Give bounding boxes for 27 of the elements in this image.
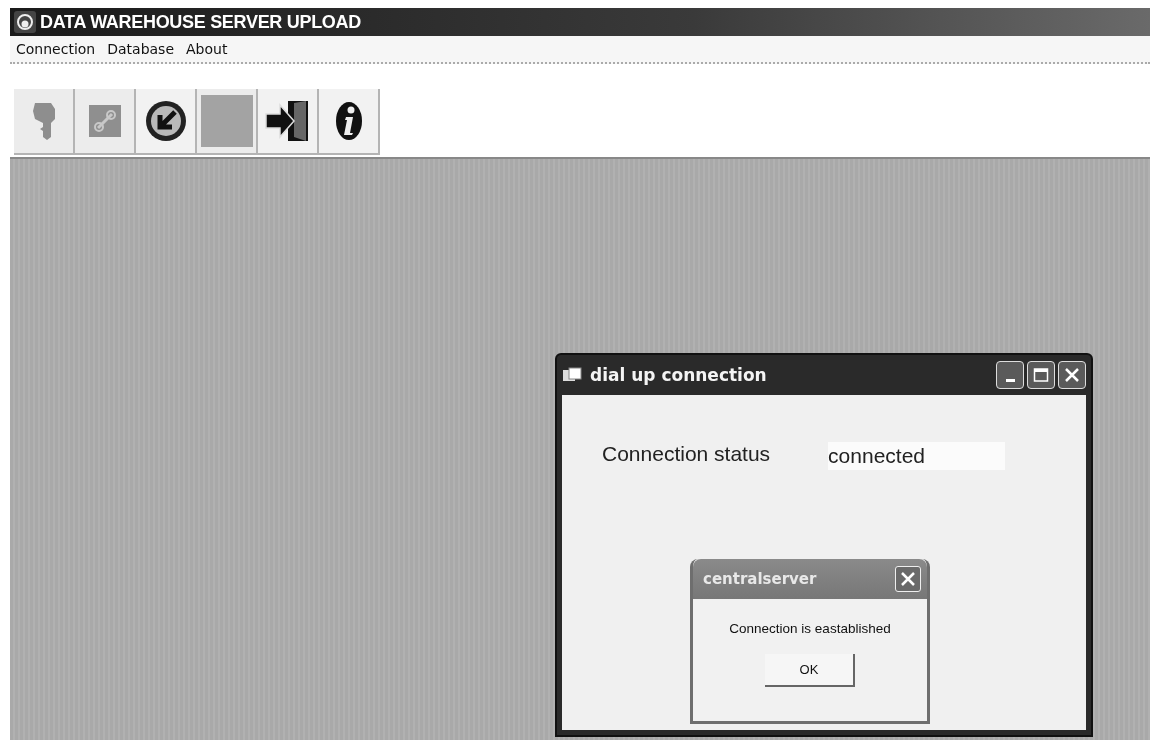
arrow-circle-icon <box>143 99 188 143</box>
message-text: Connection is eastablished <box>728 621 892 636</box>
message-title: centralserver <box>703 570 817 588</box>
maximize-icon <box>1033 367 1049 383</box>
toolbar-button[interactable] <box>136 89 197 155</box>
close-icon <box>1064 367 1080 383</box>
dialog-title: dial up connection <box>590 365 768 385</box>
menu-item[interactable]: Database <box>107 41 175 57</box>
blank-icon <box>200 95 253 147</box>
toolbar-button[interactable] <box>319 89 380 155</box>
minimize-icon <box>1005 378 1015 382</box>
close-button[interactable] <box>1058 361 1086 389</box>
close-icon <box>900 571 916 587</box>
info-icon <box>333 100 364 142</box>
chain-icon <box>87 104 122 138</box>
window-title: DATA WAREHOUSE SERVER UPLOAD <box>40 11 361 33</box>
window-icon <box>562 367 582 383</box>
toolbar-button[interactable] <box>258 89 319 155</box>
status-label: Connection status <box>602 442 771 466</box>
menu-item[interactable]: Connection <box>16 41 96 57</box>
menu-item[interactable]: About <box>186 41 228 57</box>
minimize-button[interactable] <box>996 361 1024 389</box>
maximize-button[interactable] <box>1027 361 1055 389</box>
close-button[interactable] <box>895 566 921 592</box>
ok-button[interactable]: OK <box>765 654 855 687</box>
app-icon <box>14 11 36 33</box>
status-value: connected <box>828 442 1006 470</box>
